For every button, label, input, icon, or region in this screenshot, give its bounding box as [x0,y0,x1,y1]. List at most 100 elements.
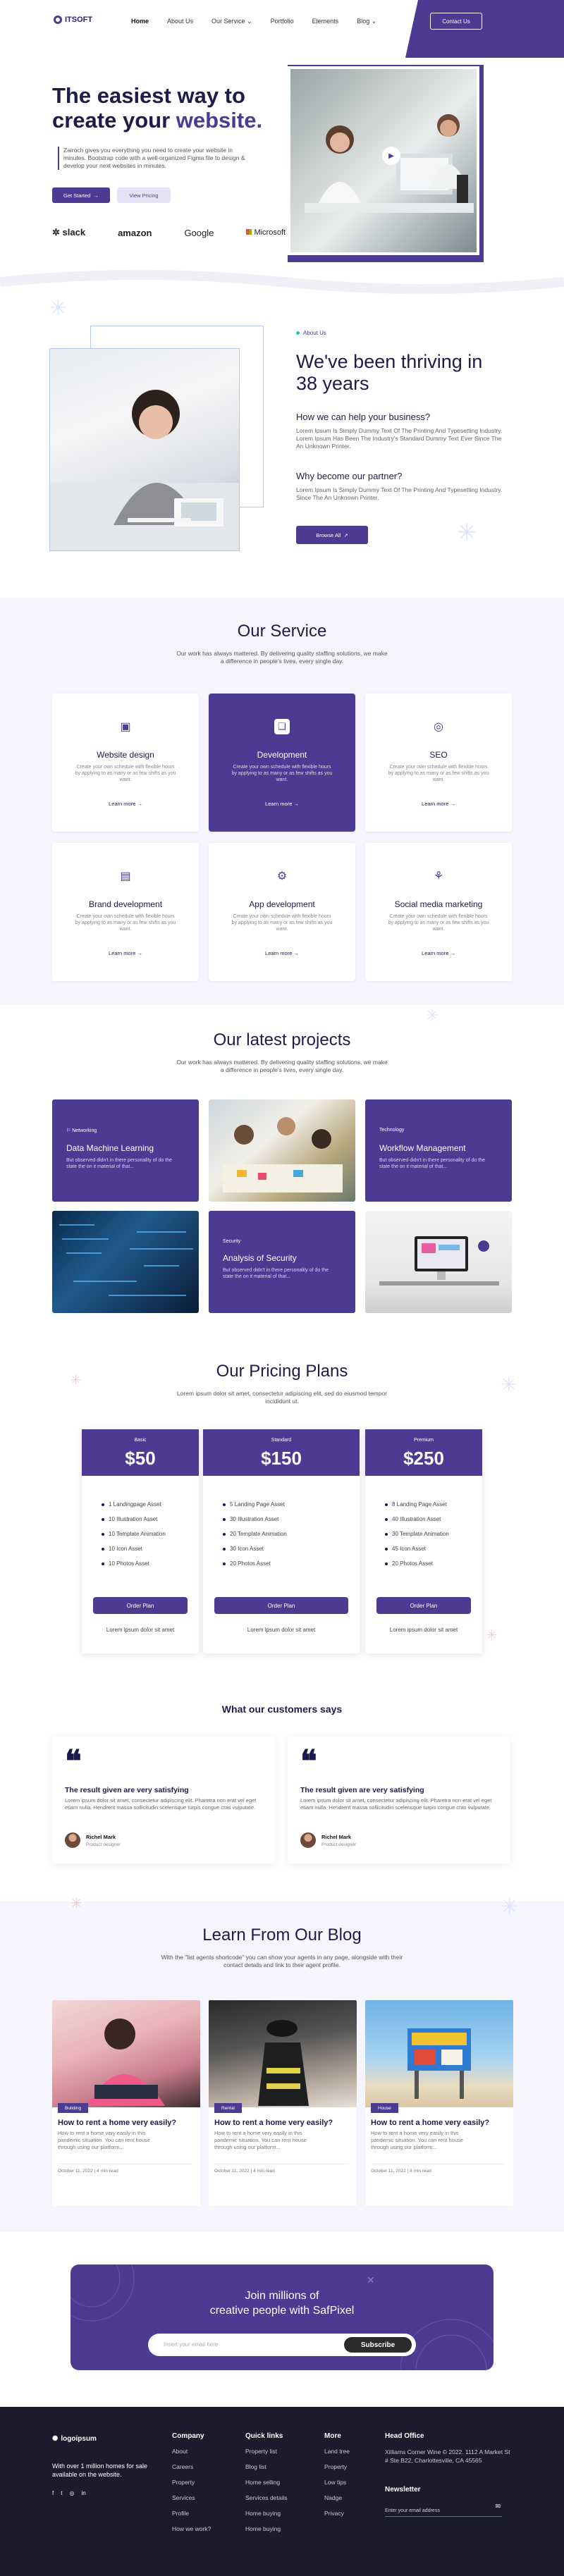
nav-blog[interactable]: Blog ⌄ [357,18,376,25]
learn-more-link[interactable]: Learn more → [209,950,355,956]
hero-description: Zairoch gives you everything you need to… [58,147,248,170]
site-logo[interactable]: ITSOFT [54,16,92,24]
project-card-data-ml[interactable]: ⚐ Networking Data Machine Learning But o… [52,1099,199,1202]
about-question-2: Why become our partner? [296,471,403,481]
footer-link[interactable]: Home buying [245,2525,288,2532]
project-desc: But observed didn't in there personality… [379,1158,485,1169]
nav-elements[interactable]: Elements [312,18,339,25]
testimonial-text: Lorem ipsum dolor sit amet, consectetur … [65,1797,257,1811]
footer-logo[interactable]: ✺ logoipsum [52,2435,97,2443]
footer-link[interactable]: Home selling [245,2479,288,2486]
monitor-icon: ▣ [120,721,131,733]
footer-link[interactable]: About [172,2448,211,2455]
brand-slack: ✲ slack [52,227,86,238]
order-plan-button[interactable]: Order Plan [93,1597,188,1614]
bullet-icon [223,1517,226,1521]
plan-feature: 30 Template Animation [385,1531,449,1537]
blog-post-date: October 11, 2022 | 4 min read [214,2164,348,2174]
twitter-icon[interactable]: t [61,2490,62,2496]
project-workspace-image[interactable] [365,1211,512,1313]
footer-link[interactable]: Nadge [324,2494,350,2501]
nav-service[interactable]: Our Service ⌄ [212,18,252,25]
plan-price: $150 [261,1448,302,1469]
service-card[interactable]: ▣ Website design Create your own schedule … [52,694,199,832]
cta-title: Join millions of creative people with Saf… [209,2290,355,2317]
plan-footnote: Lorem ipsum dolor sit amet [106,1627,175,1633]
project-servers-image[interactable] [52,1211,199,1313]
nav-about[interactable]: About Us [167,18,193,25]
browse-all-button[interactable]: Browse All ↗ [296,526,368,544]
footer-link[interactable]: Low tips [324,2479,350,2486]
nav-home[interactable]: Home [131,18,149,25]
project-title: Data Machine Learning [66,1143,154,1153]
service-card[interactable]: ▤ Brand development Create your own schedu… [52,843,199,981]
instagram-icon[interactable]: ◎ [69,2490,74,2496]
testimonial-heading: The result given are very satisfying [65,1786,189,1794]
plan-feature: 30 Icon Asset [223,1546,264,1552]
about-woman-image [49,348,240,551]
blog-post-date: October 11, 2022 | 4 min read [58,2164,192,2174]
footer-link[interactable]: Property list [245,2448,288,2455]
project-card-security[interactable]: Security Analysis of Security But observ… [209,1211,355,1313]
contact-button[interactable]: Contact Us [430,13,482,30]
footer-link[interactable]: Privacy [324,2510,350,2517]
blog-card[interactable]: Rental How to rent a home very easily? H… [209,2000,357,2206]
project-desc: But observed didn't in there personality… [223,1268,329,1279]
testimonial-name: Richel Mark [86,1834,116,1840]
linkedin-icon[interactable]: in [81,2490,85,2496]
order-plan-button[interactable]: Order Plan [376,1597,471,1614]
bullet-icon [223,1532,226,1536]
service-card[interactable]: ⚙ App development Create your own schedule… [209,843,355,981]
bullet-icon [102,1547,104,1551]
footer-tagline: With over 1 million homes for sale avail… [52,2463,148,2478]
footer-link[interactable]: How we work? [172,2525,211,2532]
chevron-down-icon: ⌄ [247,18,252,25]
footer-link[interactable]: Land tree [324,2448,350,2455]
learn-more-link[interactable]: Learn more → [52,801,199,807]
blog-post-title[interactable]: How to rent a home very easily? [371,2119,489,2127]
bullet-icon [385,1547,388,1551]
bullet-icon [102,1532,104,1536]
get-started-button[interactable]: Get Started → [52,187,110,203]
project-team-image[interactable] [209,1099,355,1202]
footer-link[interactable]: Property [324,2463,350,2470]
order-plan-button[interactable]: Order Plan [214,1597,348,1614]
blog-card[interactable]: Building How to rent a home very easily?… [52,2000,200,2206]
service-card[interactable]: ◎ SEO Create your own schedule with flexib… [365,694,512,832]
play-video-button[interactable]: ▶ [382,147,400,165]
footer-link[interactable]: Home buying [245,2510,288,2517]
about-answer-1: Lorem Ipsum Is Simply Dummy Text Of The … [296,427,503,450]
plan-footnote: Lorem ipsum dolor sit amet [247,1627,316,1633]
footer-link[interactable]: Careers [172,2463,211,2470]
nav-portfolio[interactable]: Portfolio [271,18,294,25]
footer-link[interactable]: Profile [172,2510,211,2517]
blog-post-title[interactable]: How to rent a home very easily? [214,2119,333,2127]
learn-more-link[interactable]: Learn more → [209,801,355,807]
quote-icon: ❝ [65,1744,82,1780]
project-card-workflow[interactable]: Technology Workflow Management But obser… [365,1099,512,1202]
testimonial-card: ❝ The result given are very satisfying L… [52,1737,275,1863]
blog-post-title[interactable]: How to rent a home very easily? [58,2119,176,2127]
target-icon: ◎ [434,721,443,733]
blog-card[interactable]: House How to rent a home very easily? Ho… [365,2000,513,2206]
send-icon[interactable]: ✉ [495,2503,501,2510]
footer-link[interactable]: Blog list [245,2463,288,2470]
learn-more-link[interactable]: Learn more → [365,801,512,807]
subscribe-button[interactable]: Subscribe [344,2337,412,2353]
footer-link[interactable]: Services [172,2494,211,2501]
footer-link[interactable]: Property [172,2479,211,2486]
facebook-icon[interactable]: f [52,2490,54,2496]
learn-more-link[interactable]: Learn more → [52,950,199,956]
service-card[interactable]: ⚘ Social media marketing Create your own s… [365,843,512,981]
view-pricing-button[interactable]: View Pricing [117,187,171,203]
footer-email-input[interactable]: Enter your email address [385,2508,440,2513]
service-card[interactable]: ❏ Development Create your own schedule wit… [209,694,355,832]
cta-email-input[interactable]: Insert your email here [164,2341,218,2348]
footer-more-heading: More [324,2432,341,2440]
footer-company-links: About Careers Property Services Profile … [172,2448,211,2532]
learn-more-link[interactable]: Learn more → [365,950,512,956]
footer-newsletter-field[interactable]: Enter your email address ✉ [385,2503,502,2517]
about-answer-2: Lorem Ipsum Is Simply Dummy Text Of The … [296,486,503,501]
footer-link[interactable]: Services details [245,2494,288,2501]
brand-google: Google [184,227,214,238]
